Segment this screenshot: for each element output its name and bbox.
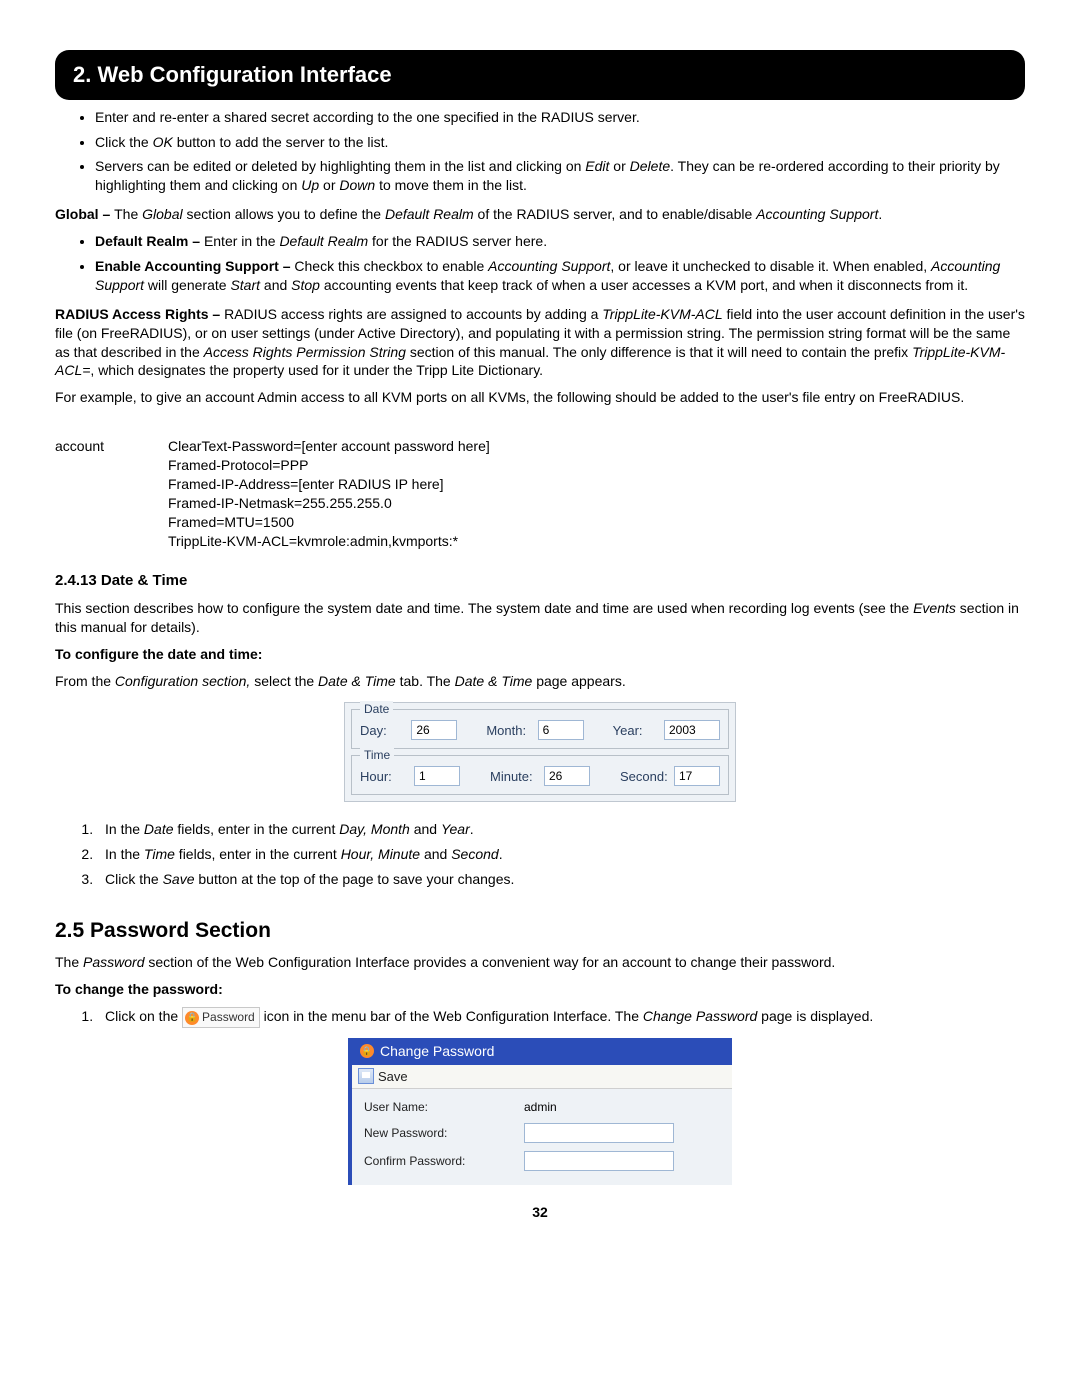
date-fieldset: Date Day: Month: Year:: [351, 709, 729, 749]
save-icon[interactable]: [358, 1068, 374, 1084]
code-block: account ClearText-Password=[enter accoun…: [55, 437, 1025, 550]
second-label: Second:: [620, 768, 668, 786]
lock-icon: 🔒: [185, 1011, 199, 1025]
hour-input[interactable]: [414, 766, 460, 786]
step-item: Click the Save button at the top of the …: [97, 870, 1025, 889]
code-line: TrippLite-KVM-ACL=kvmrole:admin,kvmports…: [168, 532, 490, 551]
username-label: User Name:: [364, 1099, 524, 1115]
date-legend: Date: [360, 701, 393, 717]
year-label: Year:: [613, 722, 658, 740]
time-legend: Time: [360, 747, 394, 763]
change-password-heading: To change the password:: [55, 980, 1025, 999]
intro-bullets: Enter and re-enter a shared secret accor…: [55, 108, 1025, 196]
datetime-heading: 2.4.13 Date & Time: [55, 571, 1025, 591]
bullet-item: Enter and re-enter a shared secret accor…: [95, 108, 1025, 127]
lock-icon: 🔒: [360, 1044, 374, 1058]
configure-heading: To configure the date and time:: [55, 645, 1025, 664]
month-label: Month:: [486, 722, 531, 740]
day-input[interactable]: [411, 720, 457, 740]
change-password-ui: 🔒 Change Password Save User Name: admin …: [348, 1038, 732, 1186]
second-input[interactable]: [674, 766, 720, 786]
step1-pre: Click on the: [105, 1008, 182, 1024]
step-item: Click on the 🔒 Password icon in the menu…: [97, 1007, 1025, 1027]
password-para: The Password section of the Web Configur…: [55, 953, 1025, 972]
year-input[interactable]: [664, 720, 720, 740]
save-button[interactable]: Save: [378, 1068, 408, 1086]
change-password-title-text: Change Password: [380, 1042, 494, 1061]
datetime-para: This section describes how to configure …: [55, 599, 1025, 637]
password-steps: Click on the 🔒 Password icon in the menu…: [55, 1007, 1025, 1027]
code-line: Framed-Protocol=PPP: [168, 456, 490, 475]
minute-input[interactable]: [544, 766, 590, 786]
global-lead: Global – The Global section allows you t…: [55, 205, 1025, 224]
page-number: 32: [55, 1203, 1025, 1222]
bullet-item: Click the OK button to add the server to…: [95, 133, 1025, 152]
confirm-password-label: Confirm Password:: [364, 1153, 524, 1169]
bullet-item: Enable Accounting Support – Check this c…: [95, 257, 1025, 295]
change-password-toolbar: Save: [352, 1065, 732, 1090]
confirm-password-input[interactable]: [524, 1151, 674, 1171]
code-lines: ClearText-Password=[enter account passwo…: [168, 437, 490, 550]
configure-lead: From the Configuration section, select t…: [55, 672, 1025, 691]
step1-post: icon in the menu bar of the Web Configur…: [264, 1008, 874, 1024]
minute-label: Minute:: [490, 768, 538, 786]
password-icon-label: Password: [202, 1009, 255, 1025]
global-sub-bullets: Default Realm – Enter in the Default Rea…: [55, 232, 1025, 295]
bullet-item: Default Realm – Enter in the Default Rea…: [95, 232, 1025, 251]
password-menu-icon[interactable]: 🔒 Password: [182, 1007, 260, 1027]
bullet-item: Servers can be edited or deleted by high…: [95, 157, 1025, 195]
code-label: account: [55, 437, 168, 550]
datetime-steps: In the Date fields, enter in the current…: [55, 820, 1025, 889]
code-line: ClearText-Password=[enter account passwo…: [168, 437, 490, 456]
section-header: 2. Web Configuration Interface: [55, 50, 1025, 100]
radius-para1: RADIUS Access Rights – RADIUS access rig…: [55, 305, 1025, 381]
time-fieldset: Time Hour: Minute: Second:: [351, 755, 729, 795]
password-section-heading: 2.5 Password Section: [55, 917, 1025, 945]
new-password-input[interactable]: [524, 1123, 674, 1143]
hour-label: Hour:: [360, 768, 408, 786]
code-line: Framed-IP-Address=[enter RADIUS IP here]: [168, 475, 490, 494]
code-line: Framed=MTU=1500: [168, 513, 490, 532]
step-item: In the Time fields, enter in the current…: [97, 845, 1025, 864]
month-input[interactable]: [538, 720, 584, 740]
code-line: Framed-IP-Netmask=255.255.255.0: [168, 494, 490, 513]
username-value: admin: [524, 1099, 557, 1115]
change-password-title: 🔒 Change Password: [352, 1038, 732, 1065]
datetime-ui: Date Day: Month: Year: Time Hour: Minute…: [344, 702, 736, 802]
step-item: In the Date fields, enter in the current…: [97, 820, 1025, 839]
day-label: Day:: [360, 722, 405, 740]
radius-para2: For example, to give an account Admin ac…: [55, 388, 1025, 407]
new-password-label: New Password:: [364, 1125, 524, 1141]
